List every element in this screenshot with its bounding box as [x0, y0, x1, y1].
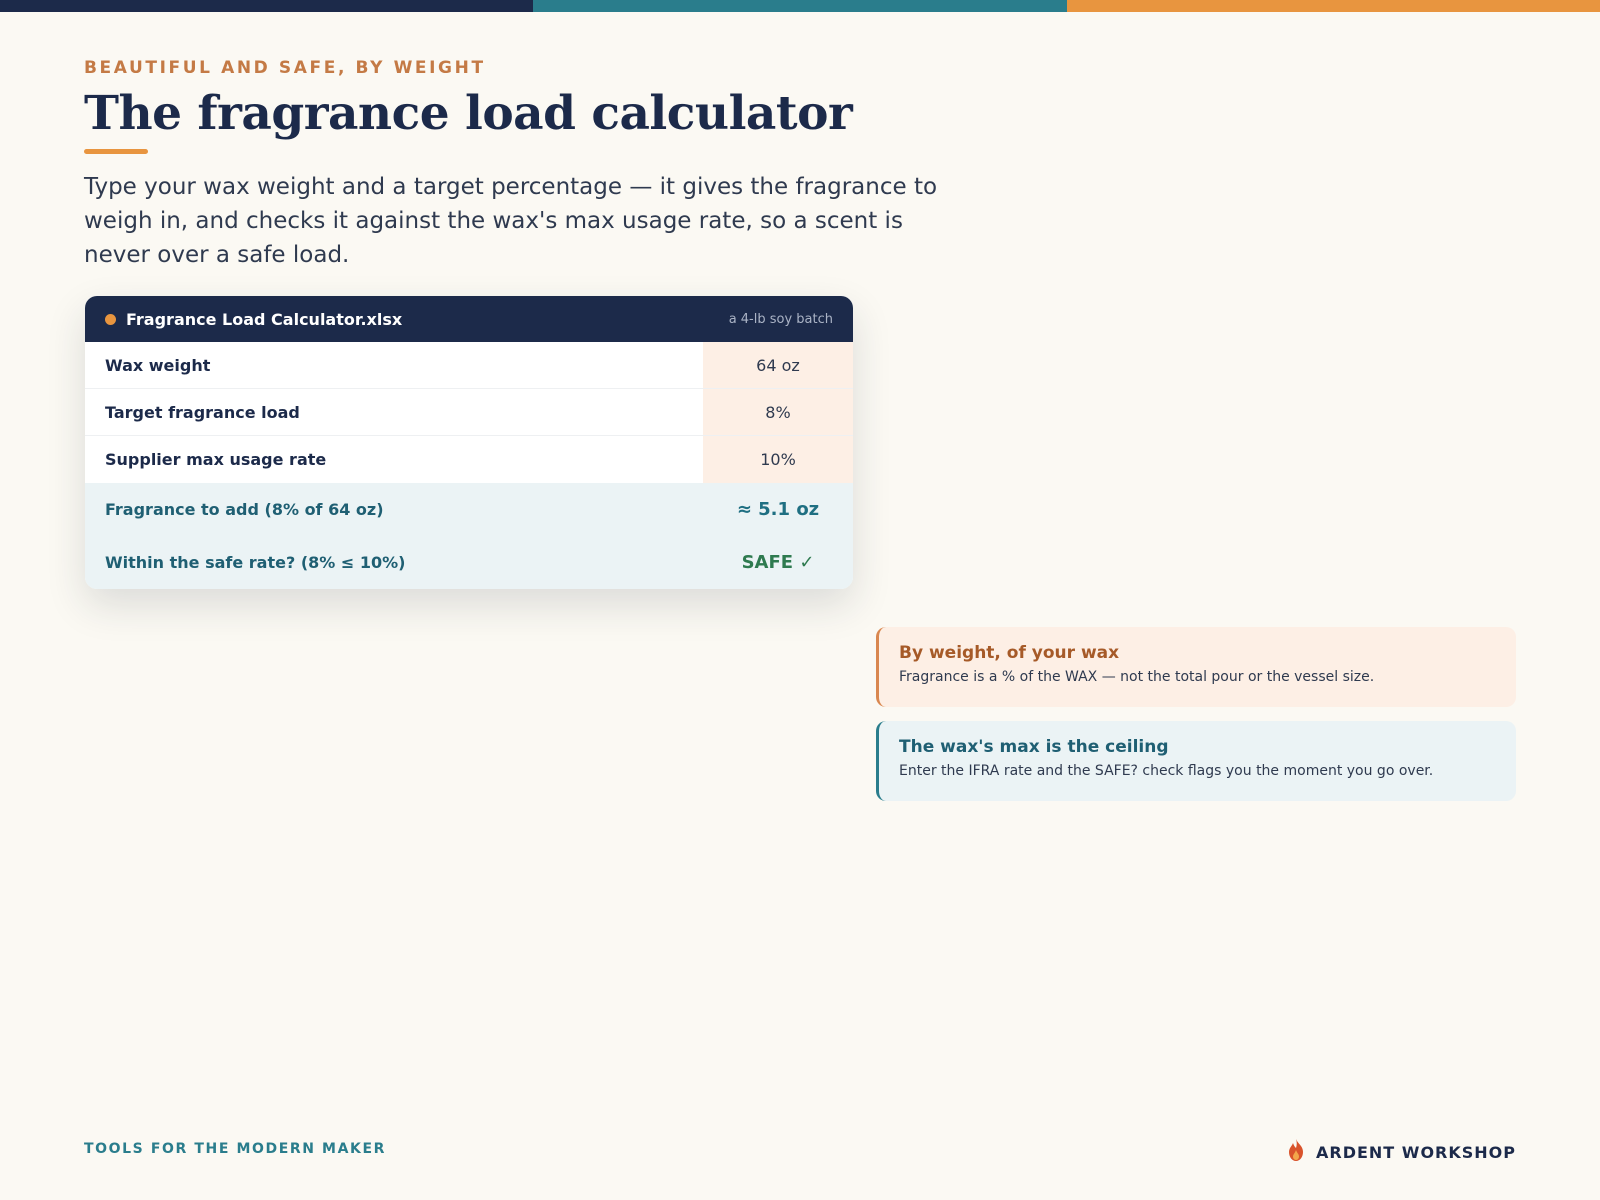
- callout-body: Enter the IFRA rate and the SAFE? check …: [899, 763, 1434, 779]
- callout-max-ceiling: The wax's max is the ceiling Enter the I…: [876, 721, 1516, 801]
- input-cell-max-usage[interactable]: 10%: [703, 436, 853, 483]
- top-color-bar: [0, 0, 1600, 12]
- output-label: Within the safe rate? (8% ≤ 10%): [105, 553, 406, 572]
- spreadsheet-card: Fragrance Load Calculator.xlsx a 4-lb so…: [85, 296, 853, 589]
- output-row-fragrance-amount: Fragrance to add (8% of 64 oz) ≈ 5.1 oz: [85, 483, 853, 536]
- callout-body: Fragrance is a % of the WAX — not the to…: [899, 669, 1375, 685]
- lede-paragraph: Type your wax weight and a target percen…: [84, 174, 938, 268]
- input-label: Supplier max usage rate: [105, 450, 327, 469]
- output-row-safety-check: Within the safe rate? (8% ≤ 10%) SAFE ✓: [85, 536, 853, 589]
- batch-note: a 4-lb soy batch: [728, 311, 833, 327]
- flame-icon: [1286, 1138, 1306, 1166]
- top-bar-navy-segment: [0, 0, 534, 12]
- footer-tagline: TOOLS FOR THE MODERN MAKER: [84, 1141, 387, 1157]
- file-status-dot: [105, 313, 116, 325]
- input-label: Wax weight: [105, 355, 211, 375]
- input-label: Target fragrance load: [105, 402, 300, 422]
- safety-status-badge: SAFE ✓: [741, 552, 815, 573]
- spreadsheet-filename: Fragrance Load Calculator.xlsx: [126, 309, 403, 329]
- input-cell-wax-weight[interactable]: 64 oz: [703, 342, 853, 388]
- spreadsheet-header: Fragrance Load Calculator.xlsx a 4-lb so…: [85, 296, 853, 342]
- callout-by-weight: By weight, of your wax Fragrance is a % …: [876, 627, 1516, 707]
- top-bar-teal-segment: [533, 0, 1067, 12]
- input-row-max-usage: Supplier max usage rate 10%: [85, 436, 853, 483]
- output-label: Fragrance to add (8% of 64 oz): [105, 500, 384, 519]
- input-cell-target-load[interactable]: 8%: [703, 389, 853, 435]
- title-underline: [84, 149, 148, 154]
- input-row-wax-weight: Wax weight 64 oz: [85, 342, 853, 389]
- brand-name: ARDENT WORKSHOP: [1316, 1142, 1516, 1162]
- callout-heading: The wax's max is the ceiling: [899, 737, 1169, 757]
- input-row-target-load: Target fragrance load 8%: [85, 389, 853, 436]
- brand-lockup: ARDENT WORKSHOP: [1286, 1138, 1516, 1166]
- callout-heading: By weight, of your wax: [899, 643, 1120, 663]
- output-fragrance-amount: ≈ 5.1 oz: [736, 499, 820, 520]
- page-title: The fragrance load calculator: [84, 86, 853, 141]
- eyebrow-label: BEAUTIFUL AND SAFE, BY WEIGHT: [84, 58, 486, 78]
- top-bar-orange-segment: [1066, 0, 1600, 12]
- output-section: Fragrance to add (8% of 64 oz) ≈ 5.1 oz …: [85, 483, 853, 589]
